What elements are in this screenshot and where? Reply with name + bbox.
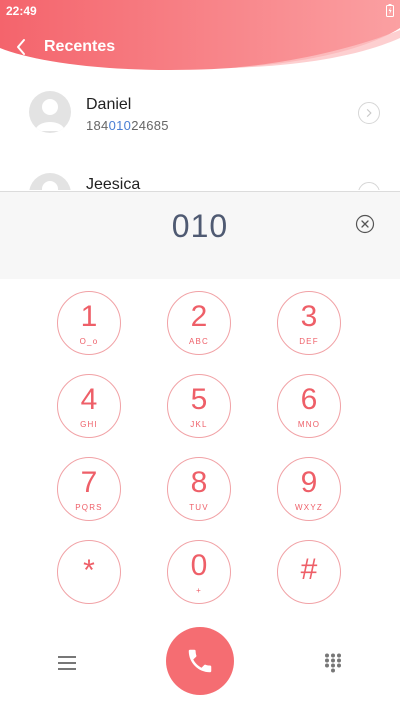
key-star[interactable]: * xyxy=(57,540,121,604)
bottom-bar xyxy=(0,619,400,711)
contact-name: Jeesica xyxy=(86,176,141,190)
contact-detail-button[interactable] xyxy=(358,102,380,124)
recent-contact-list: Daniel 18401024685 Jeesica xyxy=(0,80,400,190)
header-bar: Recentes xyxy=(0,30,400,64)
key-0[interactable]: 0 + xyxy=(167,540,231,604)
key-5[interactable]: 5 JKL xyxy=(167,374,231,438)
number-match-highlight: 010 xyxy=(108,118,132,133)
phone-icon xyxy=(188,649,212,673)
call-button[interactable] xyxy=(166,627,234,695)
status-bar: 22:49 xyxy=(0,0,400,22)
key-1[interactable]: 1 O_o xyxy=(57,291,121,355)
contact-detail-button[interactable] xyxy=(358,182,380,190)
chevron-right-icon xyxy=(366,108,372,118)
key-4[interactable]: 4 GHI xyxy=(57,374,121,438)
dialer-screen: 22:49 Recentes Daniel 18401024685 Jeesic… xyxy=(0,0,400,711)
dialpad-icon[interactable] xyxy=(324,653,342,673)
avatar xyxy=(29,91,71,133)
contact-name: Daniel xyxy=(86,96,132,113)
key-2[interactable]: 2 ABC xyxy=(167,291,231,355)
status-time: 22:49 xyxy=(6,4,37,18)
contact-item-daniel[interactable]: Daniel 18401024685 xyxy=(0,80,400,150)
keypad: 1 O_o 2 ABC 3 DEF 4 GHI 5 JKL 6 MNO 7 PQRS 8 TUV… xyxy=(0,279,400,619)
chevron-left-icon[interactable] xyxy=(14,38,28,56)
contact-number: 18401024685 xyxy=(86,118,169,133)
key-hash[interactable]: # xyxy=(277,540,341,604)
person-icon xyxy=(35,99,65,131)
battery-charging-icon xyxy=(386,4,394,17)
key-6[interactable]: 6 MNO xyxy=(277,374,341,438)
menu-icon[interactable] xyxy=(58,655,76,671)
key-3[interactable]: 3 DEF xyxy=(277,291,341,355)
key-9[interactable]: 9 WXYZ xyxy=(277,457,341,521)
person-icon xyxy=(42,181,58,190)
clear-circle-icon[interactable] xyxy=(355,214,375,234)
contact-item-jeesica[interactable]: Jeesica xyxy=(0,162,400,190)
page-title: Recentes xyxy=(44,38,116,55)
key-8[interactable]: 8 TUV xyxy=(167,457,231,521)
key-7[interactable]: 7 PQRS xyxy=(57,457,121,521)
typed-number: 010 xyxy=(171,208,229,244)
avatar xyxy=(29,173,71,190)
number-display: 010 xyxy=(0,191,400,279)
